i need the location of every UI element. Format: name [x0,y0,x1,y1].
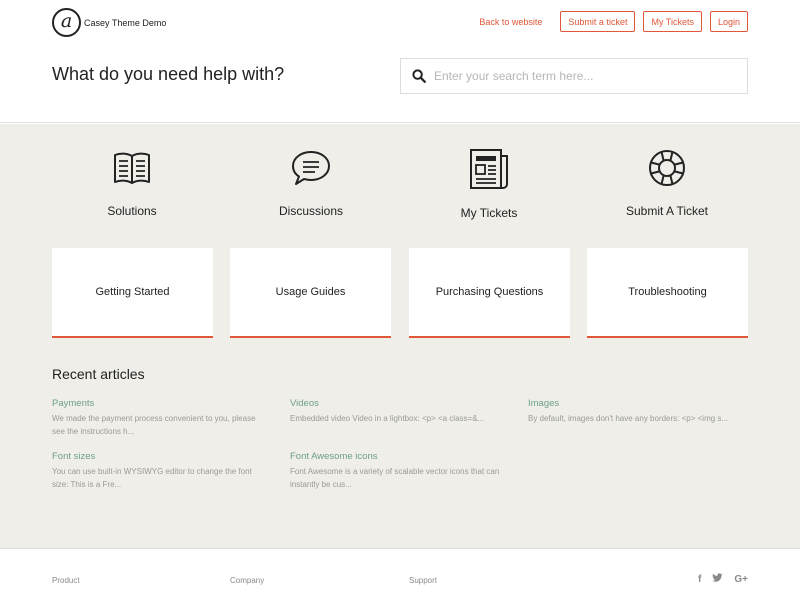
topic-card-getting-started[interactable]: Getting Started [52,248,213,338]
topic-label: Usage Guides [275,286,346,298]
category-label: Submit A Ticket [625,204,709,218]
hero-title: What do you need help with? [52,64,285,84]
topic-card-purchasing-questions[interactable]: Purchasing Questions [409,248,570,338]
article-item: Payments We made the payment process con… [52,398,267,438]
category-label: Discussions [278,204,344,218]
footer-heading-product: Product [52,576,80,585]
article-excerpt: You can use built-in WYSIWYG editor to c… [52,467,252,489]
submit-ticket-button[interactable]: Submit a ticket [560,11,636,32]
google-plus-icon[interactable]: G+ [734,574,748,585]
speech-bubble-icon [292,151,330,185]
article-item: Videos Embedded video Video in a lightbo… [290,398,505,425]
login-button[interactable]: Login [709,11,748,32]
topic-card-usage-guides[interactable]: Usage Guides [230,248,391,338]
back-to-website-link[interactable]: Back to website [479,17,542,27]
article-title-link[interactable]: Font Awesome icons [290,451,505,462]
logo-icon: a [52,8,81,37]
article-excerpt: Embedded video Video in a lightbox: <p> … [290,414,485,423]
search-box [400,58,748,94]
footer-heading-company: Company [230,576,265,585]
category-label: My Tickets [460,206,518,220]
article-item: Font sizes You can use built-in WYSIWYG … [52,451,267,491]
facebook-icon[interactable]: f [698,574,701,585]
category-solutions[interactable]: Solutions [52,148,212,218]
article-title-link[interactable]: Videos [290,398,505,409]
topic-label: Purchasing Questions [435,286,544,298]
book-icon [114,152,150,184]
site-name: Casey Theme Demo [84,17,167,28]
article-excerpt: By default, images don't have any border… [528,414,729,423]
recent-articles-heading: Recent articles [52,366,145,382]
category-my-tickets[interactable]: My Tickets [409,148,569,220]
my-tickets-button[interactable]: My Tickets [643,11,702,32]
topic-card-troubleshooting[interactable]: Troubleshooting [587,248,748,338]
article-excerpt: Font Awesome is a variety of scalable ve… [290,467,500,489]
site-logo[interactable]: a Casey Theme Demo [52,8,166,37]
article-item: Font Awesome icons Font Awesome is a var… [290,451,505,491]
category-label: Solutions [107,204,157,218]
site-header: a Casey Theme Demo Back to website Submi… [0,0,800,123]
topic-label: Troubleshooting [628,286,707,298]
lifebuoy-icon [649,150,685,186]
article-excerpt: We made the payment process convenient t… [52,414,256,436]
main-content: Solutions Discussions My Tickets Submit … [0,124,800,548]
article-title-link[interactable]: Payments [52,398,267,409]
topic-label: Getting Started [95,286,170,298]
article-title-link[interactable]: Font sizes [52,451,267,462]
social-links: f G+ [687,573,748,586]
newspaper-icon [470,149,508,189]
category-submit-ticket[interactable]: Submit A Ticket [587,148,747,218]
article-title-link[interactable]: Images [528,398,743,409]
top-nav: Back to website Submit a ticket My Ticke… [479,11,748,32]
twitter-icon[interactable] [712,573,723,586]
category-discussions[interactable]: Discussions [231,148,391,218]
article-item: Images By default, images don't have any… [528,398,743,425]
footer-heading-support: Support [409,576,438,585]
search-input[interactable] [434,69,734,83]
search-icon[interactable] [412,69,426,83]
site-footer: Product Company Support f G+ [0,548,800,595]
